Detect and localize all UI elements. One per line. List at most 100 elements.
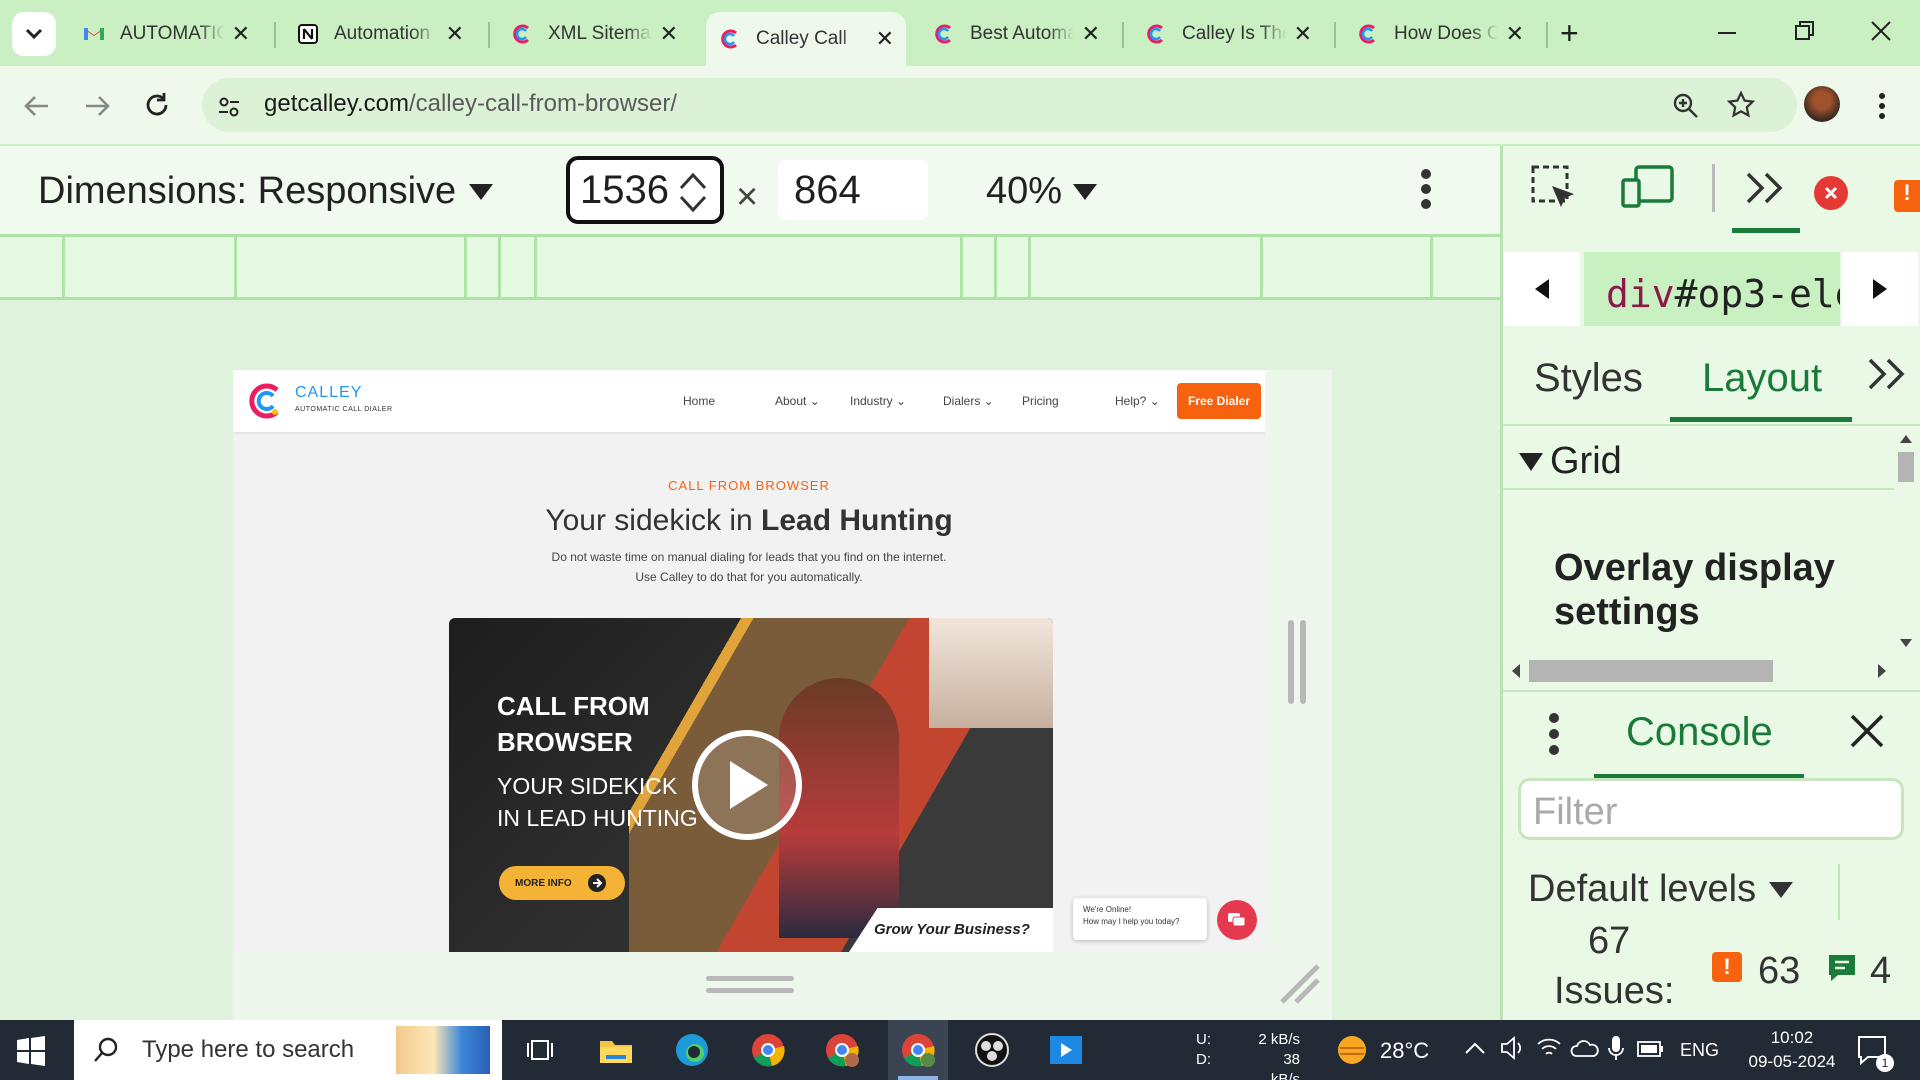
close-window-button[interactable] — [1868, 18, 1894, 44]
nav-industry[interactable]: Industry ⌄ — [850, 394, 906, 408]
clock[interactable]: 10:02 09-05-2024 — [1744, 1026, 1840, 1074]
close-icon[interactable]: ✕ — [1294, 21, 1312, 47]
profile-avatar[interactable] — [1804, 86, 1840, 122]
vertical-scrollbar[interactable] — [1894, 428, 1918, 654]
file-explorer-icon[interactable] — [596, 1030, 636, 1070]
more-panels-icon[interactable] — [1744, 170, 1788, 211]
breadcrumb-prev-button[interactable] — [1504, 252, 1580, 326]
tab-best-auto[interactable]: Best Automatic ✕ — [920, 12, 1112, 56]
breadcrumb-next-button[interactable] — [1842, 252, 1918, 326]
resize-handle-bottom[interactable] — [706, 976, 794, 981]
chevron-up-icon[interactable] — [1464, 1040, 1486, 1061]
media-query-ruler[interactable] — [0, 234, 1500, 300]
new-tab-button[interactable]: + — [1560, 16, 1579, 50]
info-message-icon[interactable] — [1826, 952, 1858, 989]
free-dialer-button[interactable]: Free Dialer — [1177, 383, 1261, 419]
start-button[interactable] — [16, 1036, 46, 1071]
weather-sun-icon[interactable] — [1334, 1032, 1370, 1073]
errors-badge-icon[interactable] — [1814, 176, 1848, 210]
tab-gmail[interactable]: AUTOMATIC CALL DIALER ✕ — [70, 12, 262, 56]
chrome-icon[interactable] — [748, 1030, 788, 1070]
nav-pricing[interactable]: Pricing — [1022, 394, 1059, 408]
speaker-icon[interactable] — [1500, 1036, 1526, 1065]
warning-count[interactable]: 63 — [1758, 950, 1800, 993]
tab-layout[interactable]: Layout — [1702, 356, 1822, 401]
resize-handle-bottom[interactable] — [706, 988, 794, 993]
more-info-button[interactable]: MORE INFO — [499, 866, 625, 900]
tab-calley-is[interactable]: Calley Is The ✕ — [1132, 12, 1324, 56]
drawer-kebab-icon[interactable] — [1548, 712, 1560, 761]
edge-browser-icon[interactable] — [672, 1030, 712, 1070]
resize-handle-right[interactable] — [1300, 620, 1306, 704]
grid-section-header[interactable]: Grid — [1518, 440, 1622, 483]
chrome-active-icon[interactable] — [898, 1030, 938, 1070]
video-thumbnail[interactable]: CALL FROM BROWSER YOUR SIDEKICK IN LEAD HU… — [449, 618, 1053, 952]
dimensions-dropdown[interactable]: Dimensions: Responsive — [38, 170, 494, 213]
tab-notion[interactable]: Automation ✕ — [284, 12, 476, 56]
tab-how-does[interactable]: How Does Calley ✕ — [1344, 12, 1536, 56]
console-filter-input[interactable]: Filter — [1518, 778, 1904, 840]
tab-styles[interactable]: Styles — [1534, 356, 1643, 401]
close-icon[interactable]: ✕ — [446, 21, 464, 47]
back-button[interactable] — [22, 92, 52, 125]
device-toggle-icon[interactable] — [1620, 164, 1676, 215]
info-count[interactable]: 4 — [1870, 950, 1891, 993]
zoom-icon[interactable] — [1672, 92, 1700, 125]
device-options-kebab-icon[interactable] — [1420, 168, 1432, 215]
close-icon[interactable]: ✕ — [876, 26, 894, 52]
video-editor-icon[interactable] — [1046, 1030, 1086, 1070]
site-info-icon[interactable] — [216, 94, 242, 125]
chat-bubble[interactable]: We're Online! How may I help you today? — [1073, 898, 1207, 940]
taskbar-search[interactable]: Type here to search — [74, 1020, 502, 1080]
more-tabs-icon[interactable] — [1866, 356, 1910, 397]
resize-handle-right[interactable] — [1288, 620, 1294, 704]
horizontal-scrollbar[interactable] — [1503, 656, 1893, 686]
battery-icon[interactable] — [1636, 1038, 1666, 1065]
close-icon[interactable]: ✕ — [1506, 21, 1524, 47]
url-text[interactable]: getcalley.com/calley-call-from-browser/ — [264, 90, 677, 118]
tab-sitemap[interactable]: XML Sitemap ✕ — [498, 12, 690, 56]
warnings-badge-icon[interactable]: ! — [1894, 180, 1920, 212]
logo-name[interactable]: CALLEY — [295, 384, 362, 402]
width-input[interactable]: 1536 — [566, 156, 724, 224]
bookmark-star-icon[interactable] — [1726, 90, 1756, 125]
close-drawer-icon[interactable] — [1848, 712, 1886, 755]
task-view-icon[interactable] — [520, 1030, 560, 1070]
close-icon[interactable]: ✕ — [660, 21, 678, 47]
chrome-profile-icon[interactable] — [822, 1030, 862, 1070]
nav-help[interactable]: Help? ⌄ — [1115, 394, 1160, 408]
play-button[interactable] — [692, 730, 802, 840]
warning-icon[interactable]: ! — [1712, 952, 1742, 982]
tab-divider — [1122, 22, 1124, 48]
close-icon[interactable]: ✕ — [1082, 21, 1100, 47]
height-input[interactable]: 864 — [778, 160, 928, 220]
reload-button[interactable] — [142, 90, 172, 125]
close-icon[interactable]: ✕ — [232, 21, 250, 47]
nav-dialers[interactable]: Dialers ⌄ — [943, 394, 994, 408]
zoom-dropdown[interactable]: 40% — [986, 170, 1098, 213]
nav-home[interactable]: Home — [683, 394, 715, 408]
restore-button[interactable] — [1792, 18, 1818, 44]
triangle-up-icon — [1900, 435, 1912, 443]
menu-kebab-icon[interactable] — [1878, 92, 1886, 125]
dom-breadcrumb[interactable]: div#op3-elem — [1584, 252, 1840, 326]
onedrive-icon[interactable] — [1570, 1038, 1600, 1065]
tab-search-button[interactable] — [12, 12, 56, 56]
obs-icon[interactable] — [972, 1030, 1012, 1070]
calley-logo-icon[interactable] — [245, 382, 285, 420]
stepper-icon[interactable] — [678, 170, 708, 214]
microphone-icon[interactable] — [1606, 1034, 1626, 1067]
chat-launcher[interactable] — [1217, 900, 1257, 940]
tab-calley-call[interactable]: Calley Call ✕ — [706, 12, 906, 66]
resize-corner-icon[interactable] — [1278, 962, 1322, 1011]
language-indicator[interactable]: ENG — [1680, 1040, 1719, 1061]
minimize-button[interactable] — [1714, 18, 1740, 44]
times-sign: × — [736, 176, 759, 218]
temperature[interactable]: 28°C — [1380, 1038, 1429, 1064]
console-tab[interactable]: Console — [1626, 710, 1773, 755]
wifi-icon[interactable] — [1536, 1036, 1562, 1065]
default-levels-dropdown[interactable]: Default levels — [1528, 868, 1794, 911]
nav-about[interactable]: About ⌄ — [775, 394, 820, 408]
inspect-element-icon[interactable] — [1530, 164, 1580, 219]
forward-button[interactable] — [82, 92, 112, 125]
